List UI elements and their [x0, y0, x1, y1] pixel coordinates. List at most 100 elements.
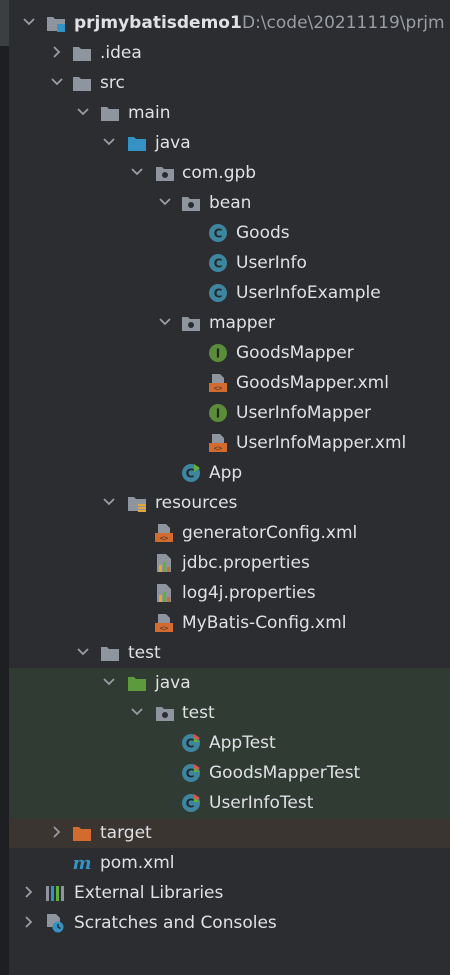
tree-item-label: pom.xml	[100, 853, 175, 873]
chevron-right-icon[interactable]	[47, 38, 69, 68]
tree-item-userinfo-mapper-xml[interactable]: <> UserInfoMapper.xml	[9, 428, 450, 458]
project-tree[interactable]: prjmybatisdemo1 D:\code\20211119\prjm .i…	[9, 0, 450, 975]
chevron-down-icon[interactable]	[127, 698, 149, 728]
tool-window-strip	[0, 0, 9, 975]
tree-item-label: log4j.properties	[182, 583, 316, 603]
tree-item-goods-mapper-xml[interactable]: <> GoodsMapper.xml	[9, 368, 450, 398]
tree-item-external-libraries[interactable]: External Libraries	[9, 878, 450, 908]
test-class-icon: C	[181, 793, 201, 813]
tree-item-label: com.gpb	[182, 163, 257, 183]
tree-item-target[interactable]: target	[9, 818, 450, 848]
svg-text:<>: <>	[160, 625, 168, 633]
tree-item-src[interactable]: src	[9, 68, 450, 98]
svg-text:C: C	[214, 227, 223, 241]
tree-item-label: main	[128, 103, 171, 123]
tree-item-label: prjmybatisdemo1	[74, 13, 242, 33]
tree-item-project-root[interactable]: prjmybatisdemo1 D:\code\20211119\prjm	[9, 8, 450, 38]
tree-item-label: resources	[155, 493, 238, 513]
tree-item-goods-mapper-test[interactable]: C GoodsMapperTest	[9, 758, 450, 788]
chevron-right-icon[interactable]	[19, 878, 41, 908]
runnable-class-icon: C	[181, 463, 201, 483]
tree-item-bean[interactable]: bean	[9, 188, 450, 218]
tree-item-java[interactable]: java	[9, 128, 450, 158]
tree-item-label: src	[100, 73, 125, 93]
folder-icon	[72, 73, 92, 93]
svg-text:C: C	[214, 287, 223, 301]
tree-item-goods[interactable]: C Goods	[9, 218, 450, 248]
test-class-icon: C	[181, 763, 201, 783]
package-icon	[155, 163, 175, 183]
tree-item-label: UserInfoExample	[236, 283, 381, 303]
xml-file-icon: <>	[154, 523, 174, 543]
tree-item-app[interactable]: C App	[9, 458, 450, 488]
package-icon	[155, 703, 175, 723]
svg-text:C: C	[186, 797, 195, 811]
tree-item-jdbc-properties[interactable]: jdbc.properties	[9, 548, 450, 578]
tree-item-label: bean	[209, 193, 252, 213]
tree-item-userinfo-test[interactable]: C UserInfoTest	[9, 788, 450, 818]
tree-item-test[interactable]: test	[9, 638, 450, 668]
tree-item-mapper[interactable]: mapper	[9, 308, 450, 338]
chevron-down-icon[interactable]	[47, 68, 69, 98]
libraries-icon	[45, 883, 65, 903]
tree-item-label: .idea	[100, 43, 142, 63]
chevron-right-icon[interactable]	[47, 818, 69, 848]
tree-item-label: generatorConfig.xml	[182, 523, 358, 543]
svg-text:C: C	[214, 257, 223, 271]
interface-icon: I	[208, 403, 228, 423]
project-path: D:\code\20211119\prjm	[242, 13, 445, 33]
tree-item-main[interactable]: main	[9, 98, 450, 128]
chevron-down-icon[interactable]	[73, 98, 95, 128]
tree-item-label: UserInfoTest	[209, 793, 314, 813]
tree-item-test-java[interactable]: java	[9, 668, 450, 698]
interface-icon: I	[208, 343, 228, 363]
tree-item-generator-config[interactable]: <> generatorConfig.xml	[9, 518, 450, 548]
tree-item-scratches[interactable]: Scratches and Consoles	[9, 908, 450, 938]
chevron-down-icon[interactable]	[99, 668, 121, 698]
class-icon: C	[208, 253, 228, 273]
svg-text:<>: <>	[214, 385, 222, 393]
project-tool-tab[interactable]	[0, 0, 9, 46]
tree-item-label: MyBatis-Config.xml	[182, 613, 347, 633]
chevron-right-icon[interactable]	[19, 908, 41, 938]
xml-file-icon: <>	[208, 373, 228, 393]
tree-item-label: UserInfoMapper.xml	[236, 433, 407, 453]
chevron-down-icon[interactable]	[155, 308, 177, 338]
tree-item-log4j-properties[interactable]: log4j.properties	[9, 578, 450, 608]
tree-item-pom[interactable]: m pom.xml	[9, 848, 450, 878]
tree-item-label: App	[209, 463, 243, 483]
chevron-down-icon[interactable]	[73, 638, 95, 668]
properties-file-icon	[154, 583, 174, 603]
tree-item-mybatis-config[interactable]: <> MyBatis-Config.xml	[9, 608, 450, 638]
tree-item-label: test	[128, 643, 161, 663]
chevron-down-icon[interactable]	[19, 8, 41, 38]
test-source-folder-icon	[127, 673, 147, 693]
tree-item-com-gpb[interactable]: com.gpb	[9, 158, 450, 188]
maven-icon: m	[72, 853, 92, 873]
folder-icon	[72, 43, 92, 63]
chevron-down-icon[interactable]	[155, 188, 177, 218]
chevron-down-icon[interactable]	[99, 488, 121, 518]
tree-item-label: java	[155, 673, 191, 693]
tree-item-userinfo-mapper[interactable]: I UserInfoMapper	[9, 398, 450, 428]
tree-item-label: External Libraries	[74, 883, 224, 903]
svg-text:C: C	[186, 467, 195, 481]
svg-text:I: I	[216, 407, 220, 421]
svg-text:C: C	[186, 767, 195, 781]
excluded-folder-icon	[72, 823, 92, 843]
svg-text:m: m	[72, 853, 91, 873]
xml-file-icon: <>	[154, 613, 174, 633]
tree-item-idea[interactable]: .idea	[9, 38, 450, 68]
tree-item-app-test[interactable]: C AppTest	[9, 728, 450, 758]
tree-item-resources[interactable]: resources	[9, 488, 450, 518]
module-folder-icon	[46, 13, 66, 33]
xml-file-icon: <>	[208, 433, 228, 453]
chevron-down-icon[interactable]	[127, 158, 149, 188]
tree-item-goods-mapper[interactable]: I GoodsMapper	[9, 338, 450, 368]
class-icon: C	[208, 283, 228, 303]
svg-text:C: C	[186, 737, 195, 751]
tree-item-userinfo-example[interactable]: C UserInfoExample	[9, 278, 450, 308]
tree-item-test-package[interactable]: test	[9, 698, 450, 728]
tree-item-userinfo[interactable]: C UserInfo	[9, 248, 450, 278]
chevron-down-icon[interactable]	[99, 128, 121, 158]
